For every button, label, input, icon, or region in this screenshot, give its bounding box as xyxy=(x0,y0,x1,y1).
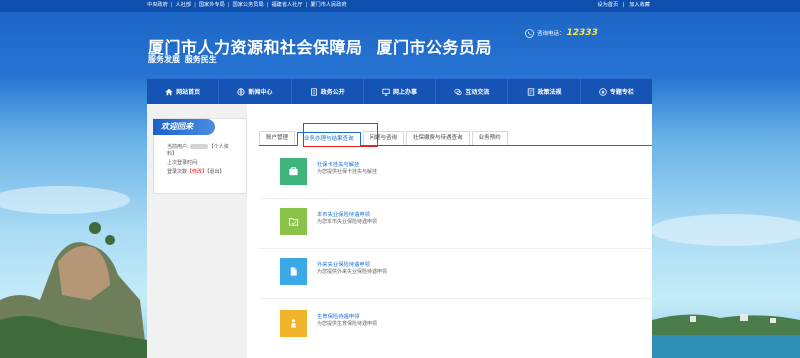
phone-icon xyxy=(525,28,534,38)
top-link-fujian-hrss[interactable]: 福建省人社厅 xyxy=(271,2,302,9)
nav-item-interaction[interactable]: 互动交流 xyxy=(436,79,509,104)
service-title[interactable]: 生育保险待遇申领 xyxy=(317,312,359,320)
title-civil-service: 厦门市公务员局 xyxy=(376,38,493,57)
left-panel: 欢迎回来 当前用户: 【个人资 料】 上次登录时间: 登录次数【修改】【退出】 xyxy=(147,104,247,358)
add-favorite-link[interactable]: 加入收藏 xyxy=(629,2,650,8)
divider xyxy=(259,248,652,249)
file-icon xyxy=(290,267,297,276)
masked-username xyxy=(189,144,208,149)
star-icon xyxy=(599,87,607,96)
service-title[interactable]: 外来失业保险待遇申领 xyxy=(317,260,370,268)
slogan: 服务发展 服务民生 xyxy=(148,55,217,64)
service-item-maternity[interactable]: 生育保险待遇申领 为您提供生育保险待遇申领 xyxy=(280,310,580,338)
news-icon xyxy=(237,87,246,96)
change-password-link[interactable]: 【修改】 xyxy=(187,169,207,175)
service-icon-box xyxy=(280,158,307,185)
book-icon xyxy=(527,87,534,96)
current-user-line: 当前用户: 【个人资 xyxy=(167,144,229,150)
home-icon xyxy=(165,88,173,95)
top-link-safea[interactable]: 国家外专局 xyxy=(199,2,225,9)
tab-appointment[interactable]: 业务预约 xyxy=(471,131,508,145)
top-bar: 中央政府 | 人社部 | 国家外专局 | 国家公务员局 | 福建省人社厅 | 厦门市人民政… xyxy=(0,0,800,12)
header-banner: 厦门市人力资源和社会保障局 厦门市公务员局 服务发展 服务民生 咨询电话： 123… xyxy=(147,12,652,78)
nav-item-policy[interactable]: 政策法规 xyxy=(508,79,581,104)
service-title[interactable]: 社保卡挂失与解挂 xyxy=(317,160,359,168)
service-title[interactable]: 本市失业保险待遇申领 xyxy=(317,210,370,218)
welcome-heading: 欢迎回来 xyxy=(153,119,215,135)
service-item-nonlocal-unemployment[interactable]: 外来失业保险待遇申领 为您提供外来失业保险待遇申领 xyxy=(280,258,580,286)
last-login-line: 上次登录时间: xyxy=(167,160,199,166)
service-desc: 为您提供社保卡挂失与解挂 xyxy=(317,169,378,175)
nav-item-online-service[interactable]: 网上办事 xyxy=(364,79,437,104)
logout-link[interactable]: 【退出】 xyxy=(207,169,225,175)
top-right-links: 设为首页 | 加入收藏 xyxy=(597,2,650,8)
monitor-icon xyxy=(382,88,390,96)
service-desc: 为您提供外来失业保险待遇申领 xyxy=(317,269,388,275)
nav-item-news[interactable]: 新闻中心 xyxy=(219,79,292,104)
personal-info-link-cont[interactable]: 料】 xyxy=(167,151,177,158)
service-desc: 为您本市失业保险待遇申领 xyxy=(317,219,378,225)
set-homepage-link[interactable]: 设为首页 xyxy=(597,2,618,8)
highlight-box xyxy=(303,123,378,147)
hotline-label: 咨询电话： xyxy=(537,31,565,37)
personal-info-link[interactable]: 【个人资 xyxy=(209,144,229,150)
nav-item-gov-affairs[interactable]: 政务公开 xyxy=(292,79,364,104)
nav-item-topics[interactable]: 专题专栏 xyxy=(581,79,652,104)
card-icon xyxy=(289,167,298,176)
chat-icon xyxy=(454,88,462,95)
top-link-central-gov[interactable]: 中央政府 xyxy=(147,2,168,9)
service-desc: 为您提供生育保险待遇申领 xyxy=(317,321,378,327)
nav-item-home[interactable]: 网站首页 xyxy=(147,79,220,104)
top-links: 中央政府 | 人社部 | 国家外专局 | 国家公务员局 | 福建省人社厅 | 厦门市人民政… xyxy=(147,2,347,9)
baby-icon xyxy=(291,319,296,328)
document-icon xyxy=(310,87,317,96)
service-item-card-loss[interactable]: 社保卡挂失与解挂 为您提供社保卡挂失与解挂 xyxy=(280,158,580,186)
main-nav: 网站首页 新闻中心 政务公开 网上办事 互动交流 政策法规 专题专栏 xyxy=(147,78,652,104)
hotline: 咨询电话： 12333 xyxy=(525,28,598,38)
service-icon-box xyxy=(280,258,307,285)
top-link-xiamen-gov[interactable]: 厦门市人民政府 xyxy=(310,2,346,9)
login-count-line: 登录次数【修改】【退出】 xyxy=(167,169,225,175)
hotline-number: 12333 xyxy=(566,28,598,38)
top-link-mohrss[interactable]: 人社部 xyxy=(176,2,192,9)
folder-icon xyxy=(288,218,299,226)
tab-payment[interactable]: 社保缴费与待遇查询 xyxy=(406,131,470,145)
welcome-box: 欢迎回来 当前用户: 【个人资 料】 上次登录时间: 登录次数【修改】【退出】 xyxy=(153,118,247,194)
divider xyxy=(259,198,652,199)
service-item-local-unemployment[interactable]: 本市失业保险待遇申领 为您本市失业保险待遇申领 xyxy=(280,208,580,236)
service-icon-box xyxy=(280,310,307,337)
content-area: 欢迎回来 当前用户: 【个人资 料】 上次登录时间: 登录次数【修改】【退出】 账… xyxy=(147,104,652,358)
tab-account[interactable]: 账户管理 xyxy=(259,131,296,145)
divider xyxy=(259,298,652,299)
top-link-civil-service[interactable]: 国家公务员局 xyxy=(233,2,264,9)
service-icon-box xyxy=(280,208,307,235)
